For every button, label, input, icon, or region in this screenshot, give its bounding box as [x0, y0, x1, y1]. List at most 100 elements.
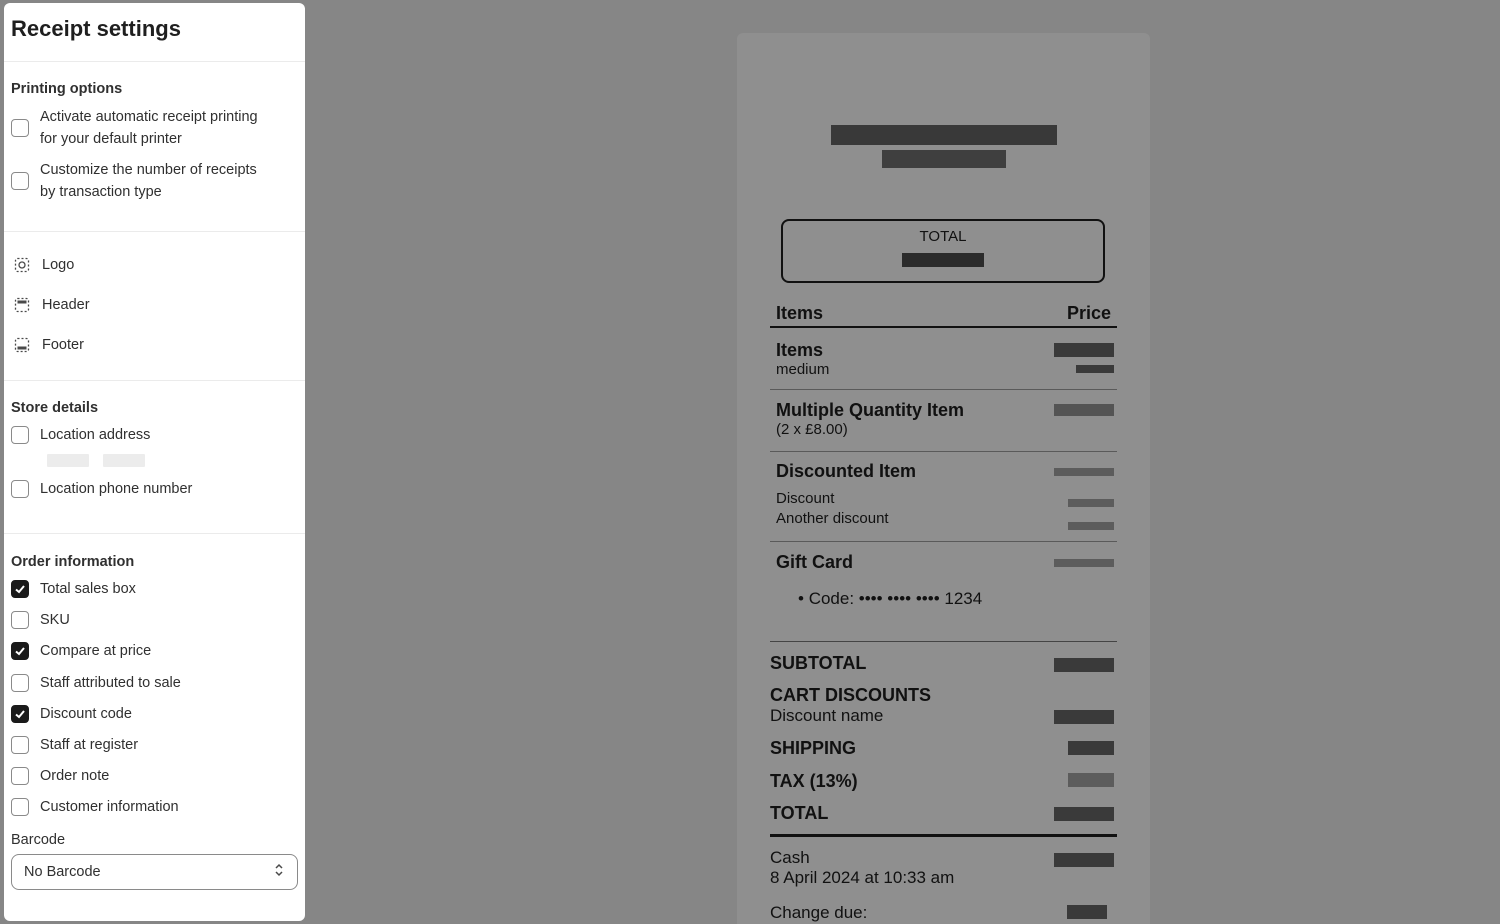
location-phone-checkbox[interactable]	[11, 480, 29, 498]
redacted-price	[1068, 773, 1114, 787]
location-address-label: Location address	[40, 427, 151, 443]
auto-print-option[interactable]: Activate automatic receipt printing for …	[11, 106, 298, 150]
order-option-label: Discount code	[40, 705, 132, 722]
order-option[interactable]: Total sales box	[11, 578, 298, 609]
customize-receipts-label-line1: Customize the number of receipts	[40, 162, 257, 178]
redacted-price	[1054, 559, 1114, 567]
col-items: Items	[776, 303, 824, 323]
order-option[interactable]: SKU	[11, 609, 298, 640]
order-option-checkbox[interactable]	[11, 798, 29, 817]
order-option-checkbox[interactable]	[11, 735, 29, 754]
customize-receipts-label-line2: by transaction type	[40, 184, 162, 200]
gift-card-code: • Code: •••• •••• •••• 1234	[798, 589, 983, 608]
order-option-checkbox[interactable]	[11, 611, 29, 630]
redacted-price	[1054, 658, 1114, 672]
total-row: TOTAL	[770, 803, 1117, 824]
page-title: Receipt settings	[11, 16, 181, 41]
select-chevron-icon	[273, 862, 285, 882]
order-option-checkbox[interactable]	[11, 673, 29, 692]
cart-discounts-row: CART DISCOUNTS Discount name	[770, 685, 1117, 726]
order-option-label: Order note	[40, 768, 110, 785]
order-option-checkbox[interactable]	[11, 704, 29, 723]
redacted-price	[1068, 499, 1114, 507]
receipt-item: Gift Card • Code: •••• •••• •••• 1234	[770, 542, 1117, 642]
order-option[interactable]: Discount code	[11, 703, 298, 734]
divider	[770, 834, 1117, 837]
order-option-label: Compare at price	[40, 643, 152, 660]
order-option-label: Customer information	[40, 799, 179, 816]
order-option-label: Staff at register	[40, 736, 139, 753]
order-options-list: Total sales box SKU Compare at price Staff …	[11, 578, 298, 828]
redacted-address	[47, 454, 298, 468]
section-heading-store: Store details	[11, 400, 99, 416]
order-option[interactable]: Customer information	[11, 796, 298, 827]
redacted-price	[1054, 468, 1114, 476]
order-option-checkbox[interactable]	[11, 580, 29, 598]
auto-print-label-line2: for your default printer	[40, 131, 182, 147]
order-option-checkbox[interactable]	[11, 642, 29, 661]
order-option-label: Total sales box	[40, 581, 136, 597]
order-option[interactable]: Staff attributed to sale	[11, 672, 298, 703]
order-option-label: SKU	[40, 612, 70, 629]
shipping-label: SHIPPING	[770, 738, 857, 758]
subtotal-row: SUBTOTAL	[770, 653, 1117, 674]
location-phone-label: Location phone number	[40, 481, 193, 497]
redacted-price	[1054, 343, 1114, 357]
receipt-sections-nav: Logo Header Footer	[4, 232, 305, 380]
col-price: Price	[1066, 303, 1111, 323]
nav-header[interactable]: Header	[4, 285, 305, 325]
customize-receipts-checkbox[interactable]	[11, 172, 29, 190]
item-variant: medium	[776, 361, 830, 378]
item-quantity: (2 x £8.00)	[776, 421, 848, 438]
payment-row: Cash 8 April 2024 at 10:33 am	[770, 848, 1117, 888]
redacted-price	[1054, 404, 1114, 416]
barcode-select[interactable]: No Barcode	[11, 853, 298, 890]
order-option-label: Staff attributed to sale	[40, 674, 181, 691]
redacted-price	[1054, 807, 1114, 821]
nav-header-label: Header	[42, 297, 90, 313]
barcode-selected-value: No Barcode	[24, 863, 101, 880]
footer-icon	[14, 337, 30, 353]
logo-icon	[14, 257, 30, 273]
nav-footer-label: Footer	[42, 337, 84, 353]
order-option[interactable]: Compare at price	[11, 640, 298, 671]
order-option[interactable]: Order note	[11, 765, 298, 796]
total-sales-box: TOTAL	[781, 219, 1105, 283]
order-option-checkbox[interactable]	[11, 767, 29, 786]
total-label: TOTAL	[770, 803, 829, 823]
customize-receipts-option[interactable]: Customize the number of receipts by tran…	[11, 159, 298, 203]
shipping-row: SHIPPING	[770, 738, 1117, 759]
receipt-preview: TOTAL Items Price Items medium Multiple …	[737, 33, 1150, 924]
redacted-price	[1054, 710, 1114, 724]
receipt-item: Discounted Item Discount Another discoun…	[770, 452, 1117, 542]
nav-logo[interactable]: Logo	[4, 245, 305, 285]
location-phone-option[interactable]: Location phone number	[11, 478, 298, 500]
item-discount: Discount	[776, 490, 835, 507]
item-discount: Another discount	[776, 510, 889, 527]
redacted-store-name	[737, 125, 1150, 168]
nav-logo-label: Logo	[42, 257, 75, 273]
section-heading-order: Order information	[11, 554, 135, 570]
receipt-settings-panel: Receipt settings Printing options Activa…	[4, 3, 305, 921]
section-heading-printing: Printing options	[11, 81, 123, 97]
payment-date: 8 April 2024 at 10:33 am	[770, 868, 955, 887]
redacted-price	[1067, 905, 1107, 919]
order-option[interactable]: Staff at register	[11, 734, 298, 765]
location-address-checkbox[interactable]	[11, 426, 29, 444]
tax-row: TAX (13%)	[770, 771, 1117, 792]
redacted-total	[783, 251, 1103, 269]
redacted-price	[1054, 853, 1114, 867]
receipt-column-header: Items Price	[770, 303, 1117, 328]
change-due-row: Change due:	[770, 902, 1117, 923]
total-box-label: TOTAL	[919, 228, 967, 245]
receipt-item: Multiple Quantity Item (2 x £8.00)	[770, 390, 1117, 452]
divider	[770, 641, 1117, 642]
auto-print-checkbox[interactable]	[11, 119, 29, 137]
location-address-option[interactable]: Location address	[11, 424, 298, 446]
subtotal-label: SUBTOTAL	[770, 653, 867, 673]
redacted-price	[1076, 365, 1114, 373]
printing-options-section: Printing options Activate automatic rece…	[4, 62, 305, 231]
change-due-label: Change due:	[770, 903, 868, 922]
nav-footer[interactable]: Footer	[4, 325, 305, 365]
redacted-price	[1068, 522, 1114, 530]
